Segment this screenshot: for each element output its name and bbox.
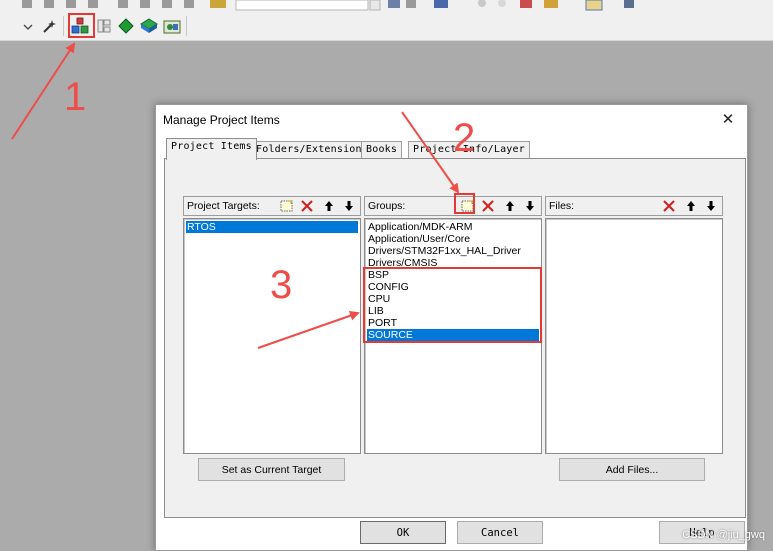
highlight-new-groups [363, 267, 542, 343]
groups-header: Groups: [364, 196, 542, 216]
arrow-down-icon[interactable] [521, 198, 538, 214]
pack-installer-icon[interactable] [139, 16, 159, 36]
delete-icon[interactable] [660, 198, 677, 214]
toolbar-separator [186, 16, 187, 36]
arrow-down-icon[interactable] [702, 198, 719, 214]
toolbar-separator [63, 16, 64, 36]
files-list[interactable] [545, 218, 723, 454]
chevron-down-icon[interactable] [22, 20, 34, 34]
new-item-icon[interactable] [278, 198, 295, 214]
set-current-target-button[interactable]: Set as Current Target [198, 458, 345, 481]
targets-list[interactable]: RTOS [183, 218, 361, 454]
tab-project-items[interactable]: Project Items [166, 138, 257, 160]
delete-icon[interactable] [479, 198, 496, 214]
arrow-up-icon[interactable] [501, 198, 518, 214]
targets-header: Project Targets: [183, 196, 361, 216]
ok-button[interactable]: OK [360, 521, 446, 544]
add-files-button[interactable]: Add Files... [559, 458, 705, 481]
secondary-toolbar [0, 12, 773, 41]
tab-books[interactable]: Books [361, 141, 403, 159]
files-header: Files: [545, 196, 723, 216]
toolbar-icons-strip[interactable] [10, 0, 770, 12]
watermark: CSDN @jiu_gwq [682, 529, 765, 541]
annotation-label-3: 3 [270, 263, 293, 307]
tab-folders-extensions[interactable]: Folders/Extensions [251, 141, 373, 159]
arrow-down-icon[interactable] [340, 198, 357, 214]
software-packs-icon[interactable] [162, 16, 182, 36]
highlight-manage-items-button [68, 13, 95, 38]
list-item[interactable]: Drivers/STM32F1xx_HAL_Driver [367, 245, 521, 257]
list-item[interactable]: Application/User/Core [367, 233, 470, 245]
options-wand-icon[interactable] [40, 16, 60, 36]
main-toolbar [0, 0, 773, 12]
green-diamond-icon[interactable] [116, 16, 136, 36]
groups-label: Groups: [368, 200, 406, 212]
annotation-label-2: 2 [453, 116, 476, 160]
arrow-up-icon[interactable] [320, 198, 337, 214]
list-item[interactable]: RTOS [186, 221, 358, 233]
delete-icon[interactable] [298, 198, 315, 214]
files-label: Files: [549, 200, 575, 212]
arrow-up-icon[interactable] [682, 198, 699, 214]
dialog-title: Manage Project Items [163, 113, 280, 127]
highlight-new-group-button [454, 193, 475, 214]
list-item[interactable]: Application/MDK-ARM [367, 221, 472, 233]
layout-icon[interactable] [94, 16, 114, 36]
close-icon[interactable]: ✕ [719, 110, 737, 128]
cancel-button[interactable]: Cancel [457, 521, 543, 544]
targets-label: Project Targets: [187, 200, 260, 212]
annotation-label-1: 1 [64, 75, 87, 119]
